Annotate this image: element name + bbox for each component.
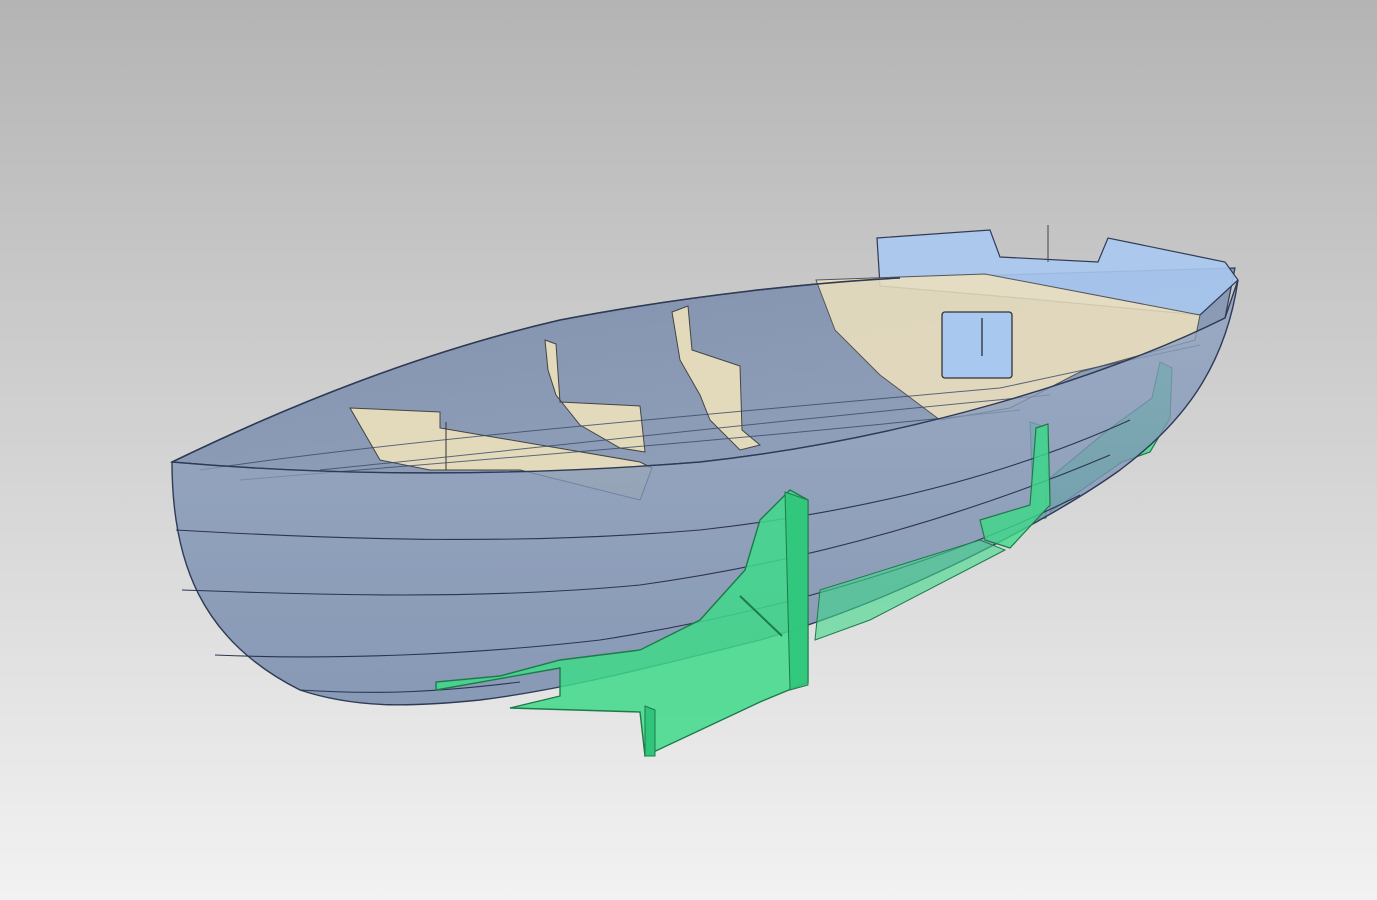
cad-viewport[interactable] xyxy=(0,0,1377,900)
hatch-opening[interactable] xyxy=(941,311,1013,379)
boat-model-scene[interactable] xyxy=(0,0,1377,900)
